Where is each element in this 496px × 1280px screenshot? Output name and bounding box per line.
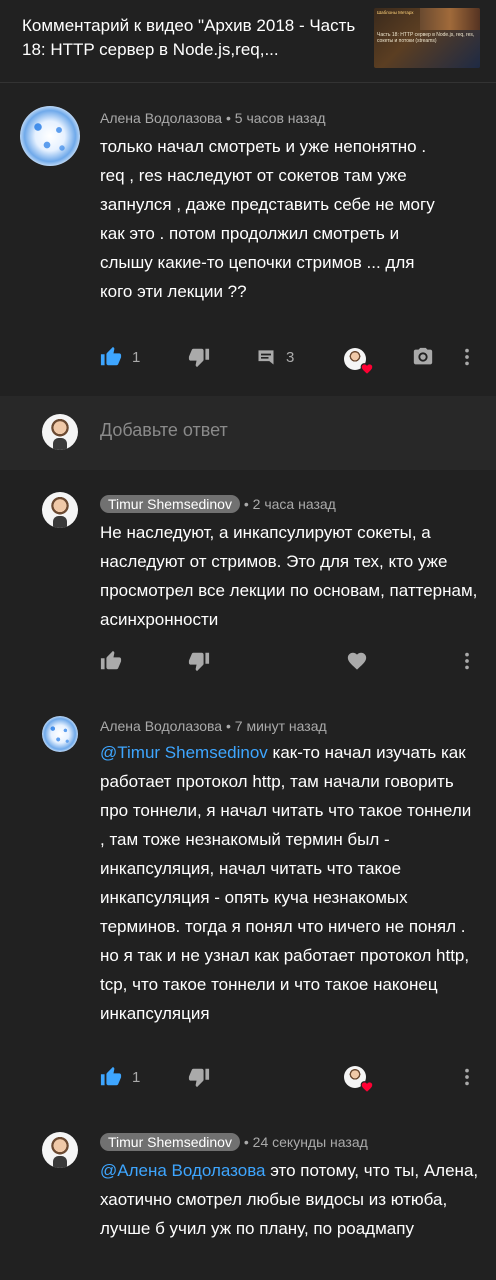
comment-text: @Timur Shemsedinov как-то начал изучать … [100, 738, 480, 1028]
mention-link[interactable]: @Timur Shemsedinov [100, 743, 268, 762]
thumbs-down-icon [188, 652, 210, 672]
thumbs-down-icon [188, 348, 210, 368]
like-button[interactable] [100, 646, 122, 676]
comment-meta: Алена Водолазова • 5 часов назад [100, 108, 326, 128]
heart-icon [347, 652, 367, 670]
header-divider [0, 82, 496, 83]
more-options-button[interactable] [464, 1062, 470, 1092]
meta-separator: • [243, 496, 249, 512]
comment-actions: 1 [100, 1062, 480, 1094]
heart-button[interactable] [346, 646, 368, 676]
avatar[interactable] [42, 1132, 78, 1168]
thumbnail-small-text: Шаблоны Метарх [377, 10, 414, 15]
comment-time: 2 часа назад [252, 496, 336, 512]
thumbs-up-icon [100, 346, 122, 366]
like-count: 1 [132, 348, 141, 366]
heart-icon [360, 363, 374, 376]
reply-input[interactable]: Добавьте ответ [100, 420, 228, 441]
heart-icon [360, 1081, 374, 1094]
avatar[interactable] [42, 716, 78, 752]
more-options-button[interactable] [464, 342, 470, 372]
dislike-button[interactable] [188, 1062, 210, 1092]
comment-text: @Алена Водолазова это потому, что ты, Ал… [100, 1156, 480, 1243]
video-thumbnail[interactable]: Шаблоны Метарх Часть 18: HTTP сервер в N… [374, 8, 480, 68]
comment-actions [100, 646, 480, 676]
comment-actions: 1 3 [100, 342, 480, 376]
avatar[interactable] [20, 106, 80, 166]
comment-author[interactable]: Алена Водолазова [100, 718, 222, 734]
comment-text: только начал смотреть и уже непонятно . … [100, 137, 435, 301]
reply-count: 3 [286, 348, 295, 366]
comment-meta: Timur Shemsedinov • 24 секунды назад [100, 1132, 368, 1152]
thumbnail-photo [420, 8, 480, 30]
comment-time: 24 секунды назад [252, 1134, 368, 1150]
creator-heart-badge [344, 348, 374, 376]
dislike-button[interactable] [188, 342, 210, 372]
screenshot-button[interactable] [412, 342, 434, 372]
comment-meta: Timur Shemsedinov • 2 часа назад [100, 494, 336, 514]
comment-meta: Алена Водолазова • 7 минут назад [100, 716, 327, 736]
comment-icon [258, 350, 274, 365]
like-button[interactable]: 1 [100, 342, 140, 372]
comment-time: 5 часов назад [234, 110, 326, 126]
meta-separator: • [225, 718, 231, 734]
comment-text-body: как-то начал изучать как работает проток… [100, 743, 472, 1023]
comment-author-badge[interactable]: Timur Shemsedinov [100, 1133, 240, 1151]
comment-time: 7 минут назад [234, 718, 327, 734]
avatar[interactable] [42, 492, 78, 528]
creator-heart-badge [344, 1066, 374, 1094]
more-vert-icon [465, 348, 469, 366]
more-vert-icon [465, 652, 469, 670]
current-user-avatar [42, 414, 78, 450]
meta-separator: • [243, 1134, 249, 1150]
video-title[interactable]: Комментарий к видео "Архив 2018 - Часть … [22, 14, 362, 62]
comment-text: Не наследуют, а инкапсулируют сокеты, а … [100, 523, 478, 629]
comment-author-badge[interactable]: Timur Shemsedinov [100, 495, 240, 513]
camera-icon [413, 347, 433, 365]
more-vert-icon [465, 1068, 469, 1086]
add-reply-area[interactable]: Добавьте ответ [0, 396, 496, 470]
like-button[interactable]: 1 [100, 1062, 140, 1092]
dislike-button[interactable] [188, 646, 210, 676]
mention-link[interactable]: @Алена Водолазова [100, 1161, 266, 1180]
meta-separator: • [225, 110, 231, 126]
thumbnail-caption: Часть 18: HTTP сервер в Node.js, req, re… [377, 32, 475, 44]
thumbs-up-icon [100, 1066, 122, 1086]
more-options-button[interactable] [464, 646, 470, 676]
thumbs-down-icon [188, 1068, 210, 1088]
reply-count-button[interactable]: 3 [256, 342, 294, 372]
like-count: 1 [132, 1068, 141, 1086]
thumbs-up-icon [100, 650, 122, 670]
comment-author[interactable]: Алена Водолазова [100, 110, 222, 126]
video-header[interactable]: Комментарий к видео "Архив 2018 - Часть … [0, 0, 496, 80]
